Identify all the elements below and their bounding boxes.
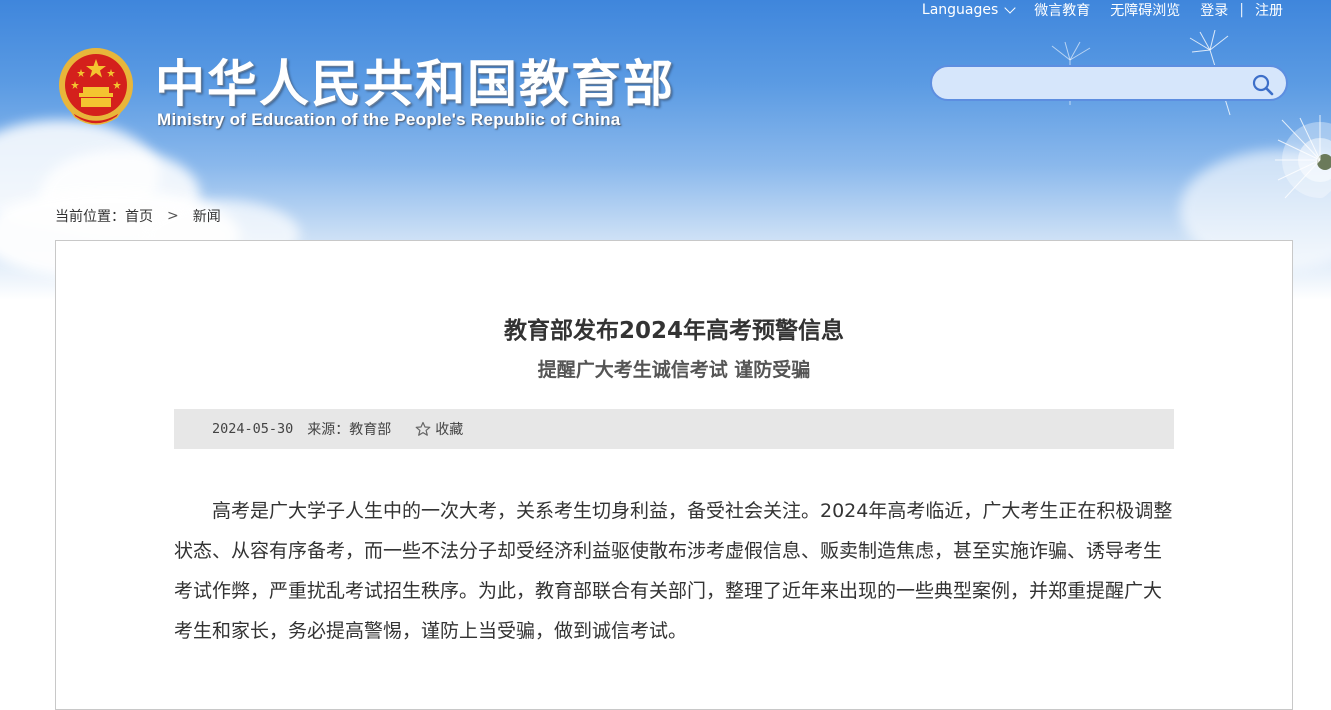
chevron-down-icon [1004,2,1016,14]
article-date: 2024-05-30 [212,421,294,437]
search-box [930,65,1288,101]
article-paragraph: 高考是广大学子人生中的一次大考，关系考生切身利益，备受社会关注。2024年高考临… [174,500,1173,642]
national-emblem-icon[interactable] [57,45,135,127]
star-icon [415,421,431,436]
article-source: 来源：教育部 [307,422,392,438]
languages-label: Languages [921,2,999,18]
weiyan-link[interactable]: 微言教育 [1024,0,1100,20]
breadcrumb: 当前位置： 首页 > 新闻 [55,206,221,226]
article-meta-bar: 2024-05-30 来源：教育部 收藏 [174,409,1174,449]
favorite-label: 收藏 [435,422,464,438]
breadcrumb-prefix: 当前位置： [55,209,125,225]
accessibility-link[interactable]: 无障碍浏览 [1100,0,1190,20]
breadcrumb-home[interactable]: 首页 [125,206,153,226]
site-title[interactable]: 中华人民共和国教育部 [155,44,675,116]
login-link[interactable]: 登录 [1190,0,1238,20]
site-subtitle: Ministry of Education of the People's Re… [157,110,621,129]
register-link[interactable]: 注册 [1245,0,1293,20]
article-subtitle: 提醒广大考生诚信考试 谨防受骗 [537,359,811,381]
article-title: 教育部发布2024年高考预警信息 [503,318,844,344]
breadcrumb-current[interactable]: 新闻 [193,206,221,226]
search-icon[interactable] [1252,74,1274,96]
top-nav: Languages 微言教育 无障碍浏览 登录 | 注册 [912,0,1293,20]
breadcrumb-arrow-icon: > [167,208,179,224]
article-panel: 教育部发布2024年高考预警信息 提醒广大考生诚信考试 谨防受骗 2024-05… [55,240,1293,710]
languages-menu[interactable]: Languages [912,2,1024,18]
topbar-separator: | [1239,2,1244,18]
search-input[interactable] [946,73,1250,97]
favorite-button[interactable]: 收藏 [415,419,463,439]
